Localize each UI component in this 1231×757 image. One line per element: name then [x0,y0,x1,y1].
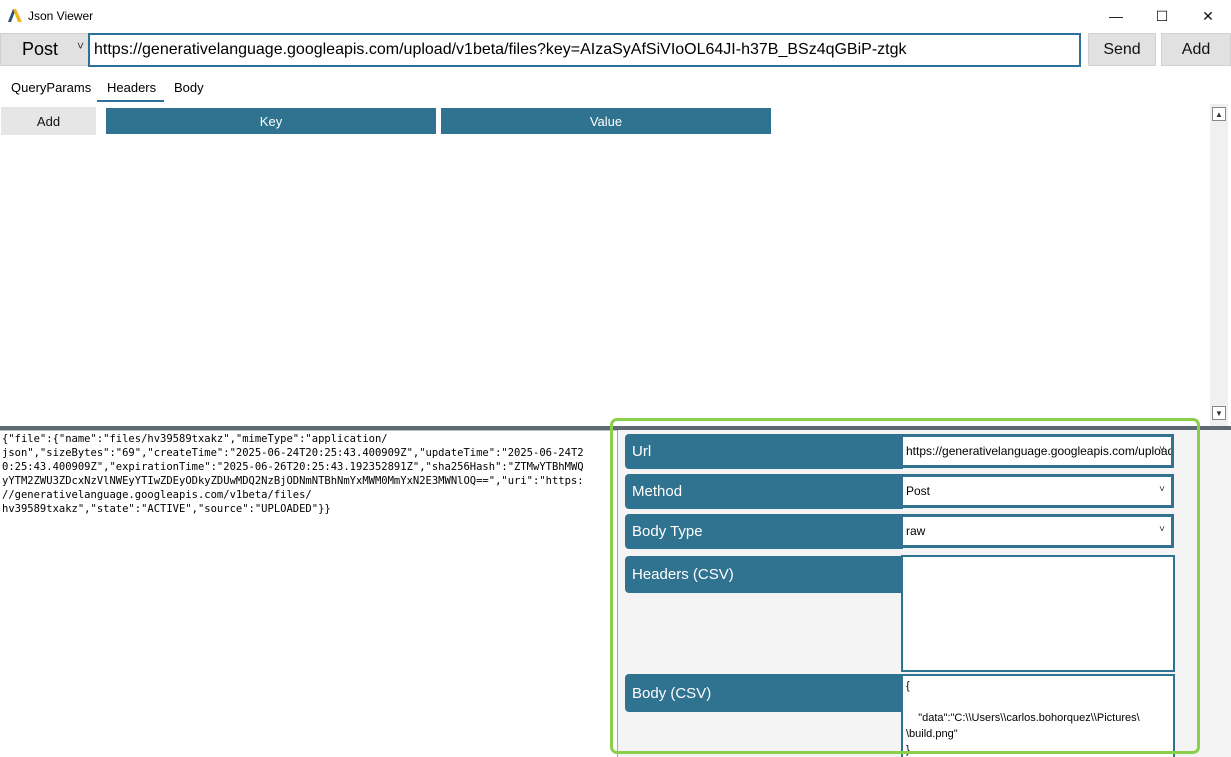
scroll-down-icon[interactable]: ▼ [1212,406,1226,420]
body-csv-textarea[interactable]: { "data":"C:\\Users\\carlos.bohorquez\\P… [901,674,1175,757]
method-property-value: Post [906,484,931,498]
response-text: {"file":{"name":"files/hv39589txakz","mi… [2,433,584,515]
body-csv-label: Body (CSV) [625,674,903,712]
close-button[interactable]: ✕ [1185,0,1231,32]
chevron-down-icon: ˅ [1159,524,1165,535]
active-tab-indicator [97,100,164,102]
url-input[interactable]: https://generativelanguage.googleapis.co… [88,33,1081,67]
add-header-button[interactable]: Add [1,107,96,135]
tab-queryparams[interactable]: QueryParams [11,80,91,102]
url-label: Url [625,434,903,469]
headers-csv-label: Headers (CSV) [625,556,903,593]
chevron-down-icon: ˅ [76,39,84,53]
url-select-value: https://generativelanguage.googleapis.co… [906,444,1174,458]
chevron-down-icon: ˅ [1159,444,1165,455]
app-logo-icon [8,9,22,22]
value-column-header: Value [441,108,771,134]
tab-body[interactable]: Body [174,80,204,102]
method-property-select[interactable]: Post ˅ [900,474,1174,508]
key-column-header: Key [106,108,436,134]
panel-divider [617,430,618,757]
method-label: Method [625,474,903,509]
url-select[interactable]: https://generativelanguage.googleapis.co… [900,434,1174,468]
send-button[interactable]: Send [1088,33,1156,66]
minimize-button[interactable]: — [1093,0,1139,32]
body-type-value: raw [906,524,926,538]
method-select-value: Post [22,39,59,59]
add-request-button[interactable]: Add [1161,33,1231,66]
scroll-up-icon[interactable]: ▲ [1212,107,1226,121]
body-type-label: Body Type [625,514,903,549]
vertical-scrollbar[interactable]: ▲ ▼ [1210,104,1228,426]
window-title: Json Viewer [28,9,94,23]
method-select[interactable]: Post ˅ [0,33,91,66]
maximize-button[interactable]: ☐ [1139,0,1185,32]
body-type-select[interactable]: raw ˅ [900,514,1174,548]
title-bar: Json Viewer — ☐ ✕ [0,0,1231,32]
chevron-down-icon: ˅ [1159,484,1165,495]
tab-headers[interactable]: Headers [107,80,156,102]
headers-csv-textarea[interactable] [901,555,1175,672]
